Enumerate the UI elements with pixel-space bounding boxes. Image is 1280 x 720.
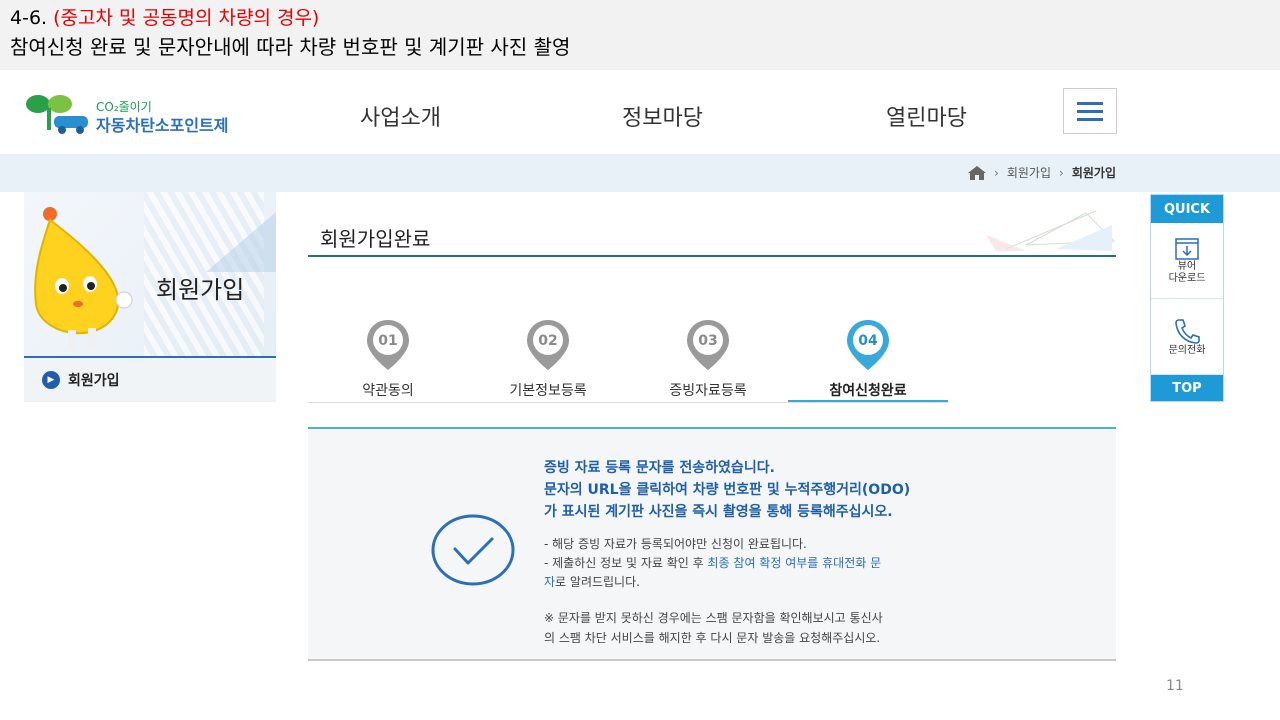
sidebar-item-signup[interactable]: ▶ 회원가입 <box>24 356 276 402</box>
breadcrumb-bar: › 회원가입 › 회원가입 <box>0 154 1280 192</box>
message-headline: 증빙 자료 등록 문자를 전송하였습니다. <box>544 460 775 476</box>
mascot-drop-character-icon <box>34 207 133 350</box>
signup-progress-steps: 01 약관동의 02 기본정보등록 03 증빙자료등록 04 참여신청완료 <box>308 318 948 404</box>
site-header: CO₂줄이기 자동차탄소포인트제 사업소개 정보마당 열린마당 <box>0 70 1280 154</box>
viewer-download-button[interactable]: 뷰어 다운로드 <box>1151 223 1223 299</box>
step-basic-info: 02 기본정보등록 <box>468 318 628 400</box>
home-icon[interactable] <box>968 165 987 180</box>
quick-menu: QUICK 뷰어 다운로드 문의전화 TOP <box>1150 194 1224 402</box>
location-pin-icon: 02 <box>527 320 569 370</box>
notice-line: 의 스팸 차단 서비스를 해지한 후 다시 문자 발송을 요청해주십시오. <box>544 631 881 645</box>
step-application-complete: 04 참여신청완료 <box>788 318 948 400</box>
quick-item-label: 문의전화 <box>1168 344 1206 356</box>
location-pin-icon: 04 <box>847 320 889 370</box>
slide-heading-number: 4-6. <box>10 7 54 29</box>
menu-open-forum[interactable]: 열린마당 <box>886 100 967 132</box>
slide-page-number: 11 <box>1166 678 1184 694</box>
breadcrumb-separator: › <box>1059 165 1064 180</box>
steps-divider <box>308 402 948 403</box>
step-number: 02 <box>538 333 557 349</box>
menu-business-intro[interactable]: 사업소개 <box>360 100 441 132</box>
message-instruction: 가 표시된 계기판 사진을 즉시 촬영을 통해 등록해주십시오. <box>544 504 893 520</box>
step-number: 01 <box>378 333 397 349</box>
download-icon <box>1175 237 1199 260</box>
breadcrumb: › 회원가입 › 회원가입 <box>968 164 1116 181</box>
scroll-top-button[interactable]: TOP <box>1151 375 1223 401</box>
title-decoration-icon <box>986 210 1116 251</box>
play-circle-icon: ▶ <box>42 371 60 389</box>
spam-notice: ※ 문자를 받지 못하신 경우에는 스팸 문자함을 확인해보시고 통신사 의 스… <box>544 608 1044 648</box>
notice-line: ※ 문자를 받지 못하신 경우에는 스팸 문자함을 확인해보시고 통신사 <box>544 611 883 625</box>
banner-title: 회원가입 <box>156 276 245 304</box>
bullet-text: 로 알려드립니다. <box>555 575 640 589</box>
breadcrumb-item[interactable]: 회원가입 <box>1007 164 1051 181</box>
page-title: 회원가입완료 <box>320 227 431 251</box>
sprout-car-logo-icon <box>26 95 88 134</box>
step-label: 약관동의 <box>362 383 414 399</box>
bullet-highlight: 자 <box>544 575 556 589</box>
quick-menu-title: QUICK <box>1151 195 1223 223</box>
completion-message: 증빙 자료 등록 문자를 전송하였습니다. 문자의 URL을 클릭하여 차량 번… <box>544 457 1044 648</box>
message-instruction: 문자의 URL을 클릭하여 차량 번호판 및 누적주행거리(ODO) <box>544 482 911 498</box>
location-pin-icon: 01 <box>367 320 409 370</box>
step-label: 증빙자료등록 <box>669 383 747 399</box>
sidebar-item-label: 회원가입 <box>68 373 120 389</box>
slide-subheading: 참여신청 완료 및 문자안내에 따라 차량 번호판 및 계기판 사진 촬영 <box>10 35 571 59</box>
hamburger-icon-bar <box>1077 109 1103 113</box>
quick-item-label: 다운로드 <box>1168 272 1206 284</box>
step-evidence-upload: 03 증빙자료등록 <box>628 318 788 400</box>
menu-info[interactable]: 정보마당 <box>622 100 703 132</box>
step-number: 03 <box>698 333 717 349</box>
slide-header: 4-6. (중고차 및 공동명의 차량의 경우) 참여신청 완료 및 문자안내에… <box>0 0 1280 70</box>
hamburger-icon-bar <box>1077 117 1103 121</box>
message-bullets: - 해당 증빙 자료가 등록되어야만 신청이 완료됩니다. - 제출하신 정보 … <box>544 535 1044 592</box>
logo-title: 자동차탄소포인트제 <box>96 116 229 135</box>
bullet-item: 자로 알려드립니다. <box>544 573 1044 592</box>
phone-icon <box>1175 318 1200 344</box>
breadcrumb-current: 회원가입 <box>1071 166 1116 180</box>
slide-heading-condition: (중고차 및 공동명의 차량의 경우) <box>53 7 320 29</box>
location-pin-icon: 03 <box>687 320 729 370</box>
site-logo[interactable]: CO₂줄이기 자동차탄소포인트제 <box>24 92 264 136</box>
contact-phone-button[interactable]: 문의전화 <box>1151 299 1223 375</box>
section-banner: 회원가입 <box>24 192 276 356</box>
step-number: 04 <box>858 333 878 349</box>
breadcrumb-separator: › <box>994 165 999 180</box>
completion-message-box: 증빙 자료 등록 문자를 전송하였습니다. 문자의 URL을 클릭하여 차량 번… <box>308 427 1116 661</box>
quick-item-label: 뷰어 <box>1177 260 1197 272</box>
step-terms-agreement: 01 약관동의 <box>308 318 468 400</box>
bullet-item: - 제출하신 정보 및 자료 확인 후 최종 참여 확정 여부를 휴대전화 문 <box>544 554 1044 573</box>
step-label: 기본정보등록 <box>509 383 587 399</box>
slide-heading: 4-6. (중고차 및 공동명의 차량의 경우) <box>10 4 1270 32</box>
hamburger-menu-button[interactable] <box>1063 88 1117 134</box>
check-circle-icon <box>431 514 515 586</box>
banner-decoration <box>206 212 276 272</box>
step-label: 참여신청완료 <box>829 383 907 399</box>
page-title-bar: 회원가입완료 <box>308 205 1116 257</box>
hamburger-icon-bar <box>1077 101 1103 105</box>
bullet-text: - 제출하신 정보 및 자료 확인 후 <box>544 556 708 570</box>
bullet-item: - 해당 증빙 자료가 등록되어야만 신청이 완료됩니다. <box>544 537 807 551</box>
bullet-highlight: 최종 참여 확정 여부를 휴대전화 문 <box>707 556 882 570</box>
